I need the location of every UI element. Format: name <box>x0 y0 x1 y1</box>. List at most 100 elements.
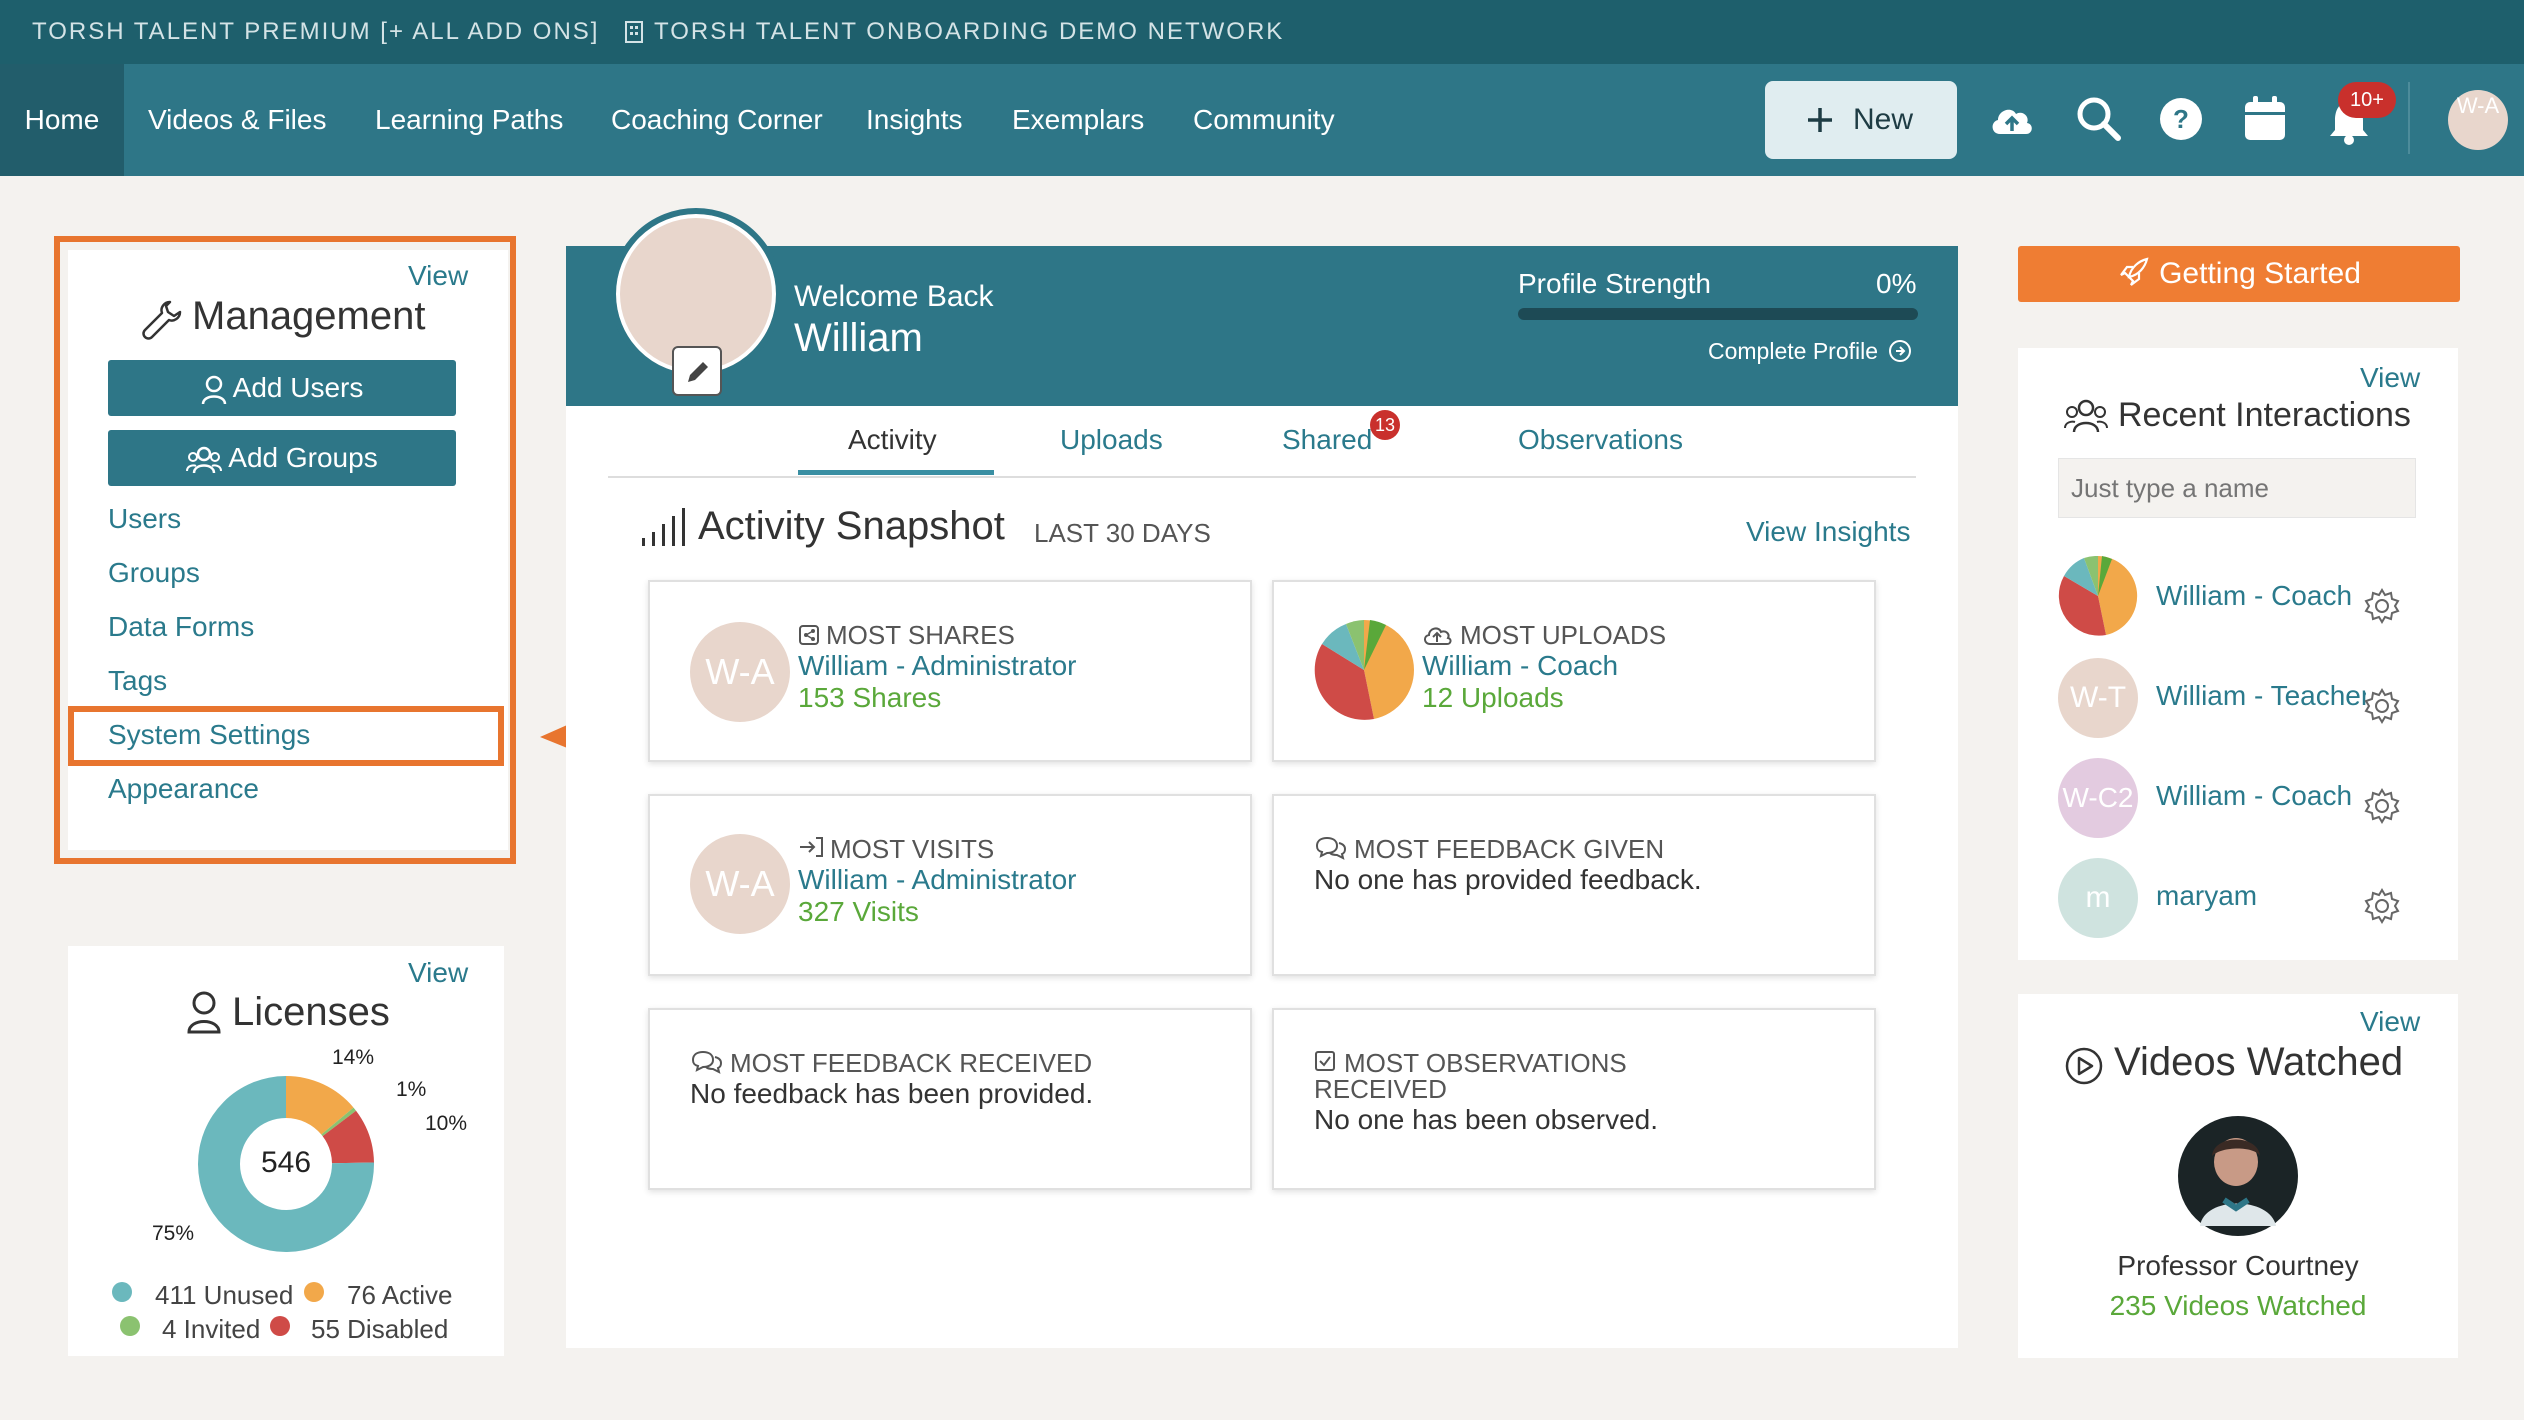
comments-icon <box>691 1050 723 1074</box>
user-avatar[interactable]: W-A <box>2448 90 2508 150</box>
profile-strength-value: 0% <box>1876 268 1917 299</box>
videos-watched-view-link[interactable]: View <box>2360 1006 2420 1038</box>
arrow-circle-right-icon <box>1889 340 1912 362</box>
most-shares-avatar: W-A <box>690 622 790 722</box>
nav-community[interactable]: Community <box>1193 64 1335 176</box>
play-circle-icon <box>2065 1047 2103 1085</box>
most-feedback-given-message: No one has provided feedback. <box>1314 864 1702 895</box>
interaction-avatar-3: W-C2 <box>2058 758 2138 838</box>
most-visits-label: MOST VISITS <box>830 834 995 864</box>
interaction-name-1[interactable]: William - Coach <box>2156 580 2352 612</box>
most-uploads-label: MOST UPLOADS <box>1460 620 1667 650</box>
welcome-name: William <box>794 316 923 360</box>
interaction-name-4[interactable]: maryam <box>2156 880 2257 912</box>
nav-learning-paths[interactable]: Learning Paths <box>375 64 563 176</box>
cloud-upload-icon <box>1424 627 1452 645</box>
users-icon <box>2064 399 2108 433</box>
org-name: TORSH TALENT PREMIUM [+ ALL ADD ONS] <box>32 18 600 45</box>
checkbox-icon <box>1315 1051 1335 1071</box>
legend-dot-disabled <box>270 1316 290 1336</box>
legend-invited: 4 Invited <box>162 1314 261 1344</box>
nav-videos-files[interactable]: Videos & Files <box>148 64 326 176</box>
rocket-icon <box>2120 257 2149 286</box>
legend-dot-invited <box>120 1316 140 1336</box>
user-icon <box>201 375 226 404</box>
most-observations-label-line2: RECEIVED <box>1314 1074 1447 1104</box>
getting-started-button[interactable]: Getting Started <box>2018 246 2460 302</box>
comments-icon <box>1315 836 1347 860</box>
interaction-name-2[interactable]: William - Teacher <box>2156 680 2366 712</box>
view-insights-link[interactable]: View Insights <box>1746 516 1910 548</box>
pencil-icon <box>688 362 708 382</box>
top-bar: TORSH TALENT PREMIUM [+ ALL ADD ONS] TOR… <box>0 0 2524 64</box>
most-uploads-avatar <box>1314 620 1414 720</box>
complete-profile-link[interactable]: Complete Profile <box>1708 338 1912 365</box>
tab-uploads[interactable]: Uploads <box>1060 424 1163 456</box>
licenses-title: Licenses <box>232 990 390 1034</box>
tab-activity[interactable]: Activity <box>848 424 937 456</box>
gear-icon[interactable] <box>2364 688 2400 724</box>
network-name[interactable]: TORSH TALENT ONBOARDING DEMO NETWORK <box>654 18 1284 46</box>
notifications-badge: 10+ <box>2338 82 2396 118</box>
interaction-avatar-4: m <box>2058 858 2138 938</box>
recent-interactions-title: Recent Interactions <box>2118 396 2411 434</box>
licenses-view-link[interactable]: View <box>408 957 468 989</box>
building-icon <box>625 21 643 43</box>
user-icon <box>187 991 221 1034</box>
search-icon[interactable] <box>2074 94 2124 144</box>
most-feedback-given-label: MOST FEEDBACK GIVEN <box>1354 834 1665 864</box>
most-shares-name[interactable]: William - Administrator <box>798 650 1076 682</box>
gear-icon[interactable] <box>2364 788 2400 824</box>
licenses-total: 546 <box>260 1146 312 1179</box>
profile-strength-bar <box>1518 308 1918 320</box>
nav-home[interactable]: Home <box>0 64 124 176</box>
management-link-system-settings[interactable]: System Settings <box>108 719 310 751</box>
professor-courtney-avatar[interactable] <box>2178 1116 2298 1236</box>
interaction-name-3[interactable]: William - Coach <box>2156 780 2352 812</box>
welcome-greeting: Welcome Back <box>794 280 994 313</box>
activity-snapshot-subtitle: LAST 30 DAYS <box>1034 518 1211 548</box>
management-link-data-forms[interactable]: Data Forms <box>108 611 254 643</box>
management-link-users[interactable]: Users <box>108 503 181 535</box>
tab-activity-underline <box>798 470 994 475</box>
nav-insights[interactable]: Insights <box>866 64 963 176</box>
tab-observations[interactable]: Observations <box>1518 424 1683 456</box>
management-view-link[interactable]: View <box>408 260 468 292</box>
sign-in-icon <box>800 837 823 857</box>
videos-watched-count: 235 Videos Watched <box>2109 1290 2367 1321</box>
most-visits-name[interactable]: William - Administrator <box>798 864 1076 896</box>
gear-icon[interactable] <box>2364 888 2400 924</box>
legend-disabled: 55 Disabled <box>311 1314 449 1344</box>
name-search-input[interactable] <box>2058 458 2416 518</box>
management-link-appearance[interactable]: Appearance <box>108 773 259 805</box>
most-feedback-received-message: No feedback has been provided. <box>690 1078 1094 1109</box>
legend-unused: 411 Unused <box>155 1280 294 1310</box>
tab-shared[interactable]: Shared <box>1282 424 1372 456</box>
help-icon[interactable]: ? <box>2156 94 2206 144</box>
shared-badge: 13 <box>1370 410 1400 440</box>
most-uploads-name[interactable]: William - Coach <box>1422 650 1618 682</box>
cloud-upload-icon[interactable] <box>1986 94 2038 146</box>
most-shares-count: 153 Shares <box>798 682 942 713</box>
licenses-pct-unused: 75% <box>152 1222 195 1245</box>
nav-exemplars[interactable]: Exemplars <box>1012 64 1144 176</box>
management-link-tags[interactable]: Tags <box>108 665 167 697</box>
activity-snapshot-title: Activity Snapshot <box>698 504 1005 548</box>
interaction-avatar-2: W-T <box>2058 658 2138 738</box>
gear-icon[interactable] <box>2364 588 2400 624</box>
add-groups-button[interactable]: Add Groups <box>108 430 456 486</box>
add-users-button[interactable]: Add Users <box>108 360 456 416</box>
management-link-groups[interactable]: Groups <box>108 557 200 589</box>
plus-icon <box>1808 108 1832 132</box>
most-visits-avatar: W-A <box>690 834 790 934</box>
edit-profile-photo-button[interactable] <box>672 346 722 396</box>
new-button[interactable]: New <box>1765 81 1957 159</box>
profile-strength-label: Profile Strength <box>1518 268 1711 299</box>
most-feedback-received-label: MOST FEEDBACK RECEIVED <box>730 1048 1093 1078</box>
most-visits-count: 327 Visits <box>798 896 919 927</box>
videos-watched-person[interactable]: Professor Courtney <box>2018 1250 2458 1282</box>
calendar-icon[interactable] <box>2242 94 2288 144</box>
signal-bars-icon <box>642 508 685 546</box>
recent-interactions-view-link[interactable]: View <box>2360 362 2420 394</box>
nav-coaching-corner[interactable]: Coaching Corner <box>611 64 823 176</box>
